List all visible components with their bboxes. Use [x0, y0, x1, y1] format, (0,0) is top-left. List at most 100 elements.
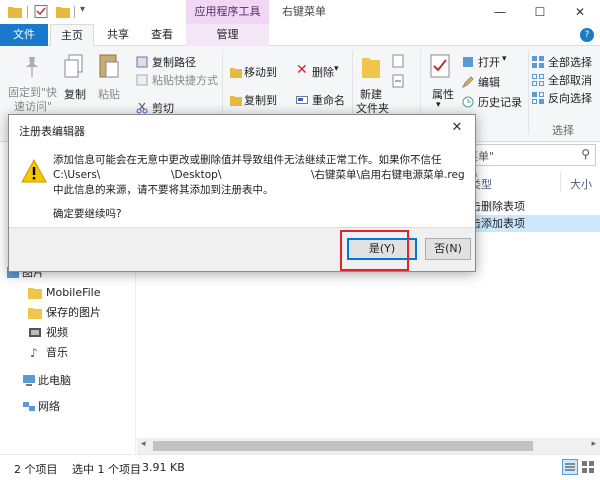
dialog-message-line2b: \Desktop\: [171, 169, 222, 181]
search-input[interactable]: 菜单" ⚲: [462, 144, 596, 166]
select-none-button[interactable]: 全部取消: [548, 72, 592, 88]
nav-item-network[interactable]: 网络: [23, 398, 60, 416]
file-row-selected[interactable]: 击添加表项: [466, 215, 600, 232]
properties-check-icon[interactable]: [34, 5, 48, 18]
folder-icon: [28, 308, 42, 319]
minimize-button[interactable]: —: [480, 0, 520, 24]
dialog-body: 添加信息可能会在无意中更改或删除值并导致组件无法继续正常工作。如果你不信任 C:…: [9, 143, 475, 227]
nav-item-label: 视频: [46, 326, 68, 339]
tab-view[interactable]: 查看: [142, 24, 182, 46]
dialog-message-line3: 中此信息的来源，请不要将其添加到注册表中。: [53, 184, 274, 196]
select-all-button[interactable]: 全部选择: [548, 54, 592, 70]
properties-check-icon: [430, 54, 450, 78]
dialog-message-line2c: \右键菜单\启用右键电源菜单.reg: [311, 169, 465, 181]
scroll-right-icon[interactable]: ▸: [591, 439, 596, 449]
delete-button[interactable]: 删除: [312, 64, 334, 80]
move-to-icon: [230, 68, 242, 78]
tab-file[interactable]: 文件: [0, 24, 48, 46]
scissors-icon: [136, 102, 148, 114]
column-divider: [560, 172, 561, 192]
folder-icon: [28, 288, 42, 299]
dialog-close-button[interactable]: ✕: [447, 119, 467, 137]
status-bar: 2 个项目 选中 1 个项目 3.91 KB: [0, 454, 600, 480]
open-button[interactable]: 打开: [478, 54, 500, 70]
nav-item-music[interactable]: ♪ 音乐: [30, 344, 68, 362]
explorer-window: ▾ 应用程序工具 右键菜单 — ☐ ✕ 文件 主页 共享 查看 管理 ? 固定到…: [0, 0, 600, 480]
paste-icon: [99, 54, 119, 78]
large-icons-view-icon[interactable]: [580, 459, 596, 475]
copy-button[interactable]: 复制: [64, 86, 86, 102]
nav-item-label: 保存的图片: [46, 306, 101, 319]
ribbon-divider: [528, 50, 529, 134]
computer-icon: [23, 375, 35, 386]
rename-icon: [296, 96, 308, 104]
nav-item-this-pc[interactable]: 此电脑: [23, 372, 71, 390]
toolbar-divider: [27, 6, 28, 18]
rename-button[interactable]: 重命名: [312, 92, 345, 108]
invert-selection-button[interactable]: 反向选择: [548, 90, 592, 106]
edit-icon: [462, 76, 474, 88]
new-item-icon: [392, 54, 404, 68]
scroll-left-icon[interactable]: ◂: [141, 439, 146, 449]
highlight-box: [340, 230, 409, 271]
horizontal-scrollbar[interactable]: ◂ ▸: [137, 438, 600, 454]
context-tab-header: 应用程序工具: [186, 0, 269, 24]
new-folder-icon[interactable]: [56, 5, 70, 18]
select-none-icon: [532, 74, 544, 86]
delete-dropdown-icon[interactable]: ▾: [334, 64, 339, 74]
new-folder-icon: [362, 58, 380, 78]
no-button[interactable]: 否(N): [425, 238, 471, 260]
title-bar: ▾ 应用程序工具 右键菜单 — ☐ ✕: [0, 0, 600, 24]
tab-home[interactable]: 主页: [50, 24, 94, 47]
nav-item-label: 此电脑: [38, 374, 71, 387]
easy-access-icon: [392, 74, 404, 88]
music-note-icon: ♪: [30, 346, 38, 360]
warning-icon: [21, 159, 47, 183]
select-all-icon: [532, 56, 544, 68]
window-title: 右键菜单: [282, 5, 326, 18]
paste-shortcut-icon: [136, 74, 148, 86]
nav-item-saved-pictures[interactable]: 保存的图片: [28, 304, 101, 322]
selection-size: 3.91 KB: [142, 461, 185, 474]
customize-quick-access-icon[interactable]: ▾: [80, 4, 85, 15]
dialog-title: 注册表编辑器: [19, 125, 85, 138]
nav-item-mobilefile[interactable]: MobileFile: [28, 284, 101, 302]
details-view-icon[interactable]: [562, 459, 578, 475]
tab-manage[interactable]: 管理: [186, 24, 269, 46]
nav-item-label: MobileFile: [46, 286, 101, 299]
dialog-message-line1: 添加信息可能会在无意中更改或删除值并导致组件无法继续正常工作。如果你不信任: [53, 154, 442, 166]
nav-item-label: 网络: [38, 400, 60, 413]
item-count: 2 个项目: [14, 463, 58, 476]
paste-button[interactable]: 粘贴: [98, 86, 120, 102]
selected-count: 选中 1 个项目: [72, 463, 141, 476]
nav-item-videos[interactable]: 视频: [29, 324, 68, 342]
close-button[interactable]: ✕: [560, 0, 600, 24]
maximize-button[interactable]: ☐: [520, 0, 560, 24]
edit-button[interactable]: 编辑: [478, 74, 500, 90]
copy-path-button[interactable]: 复制路径: [152, 54, 196, 70]
pin-icon: [26, 57, 38, 77]
video-icon: [29, 328, 41, 337]
copy-path-icon: [136, 56, 148, 68]
copy-icon: [64, 54, 83, 78]
paste-shortcut-button[interactable]: 粘贴快捷方式: [152, 72, 218, 88]
open-dropdown-icon[interactable]: ▾: [502, 54, 507, 64]
help-icon[interactable]: ?: [580, 28, 594, 42]
invert-selection-icon: [532, 92, 544, 104]
history-button[interactable]: 历史记录: [478, 94, 522, 110]
ribbon-tabs: 文件 主页 共享 查看 管理 ?: [0, 24, 600, 47]
copy-to-icon: [230, 96, 242, 106]
toolbar-divider: [74, 6, 75, 18]
search-icon: ⚲: [581, 147, 590, 161]
select-group-label: 选择: [552, 124, 574, 137]
delete-x-icon: ✕: [296, 62, 308, 78]
properties-dropdown-icon[interactable]: ▾: [436, 100, 441, 110]
scrollbar-thumb[interactable]: [153, 441, 533, 451]
move-to-button[interactable]: 移动到: [244, 64, 277, 80]
dialog-message-line2a: C:\Users\: [53, 169, 101, 181]
file-row[interactable]: 击删除表项: [466, 198, 600, 215]
tab-share[interactable]: 共享: [96, 24, 140, 46]
copy-to-button[interactable]: 复制到: [244, 92, 277, 108]
column-header-size[interactable]: 大小: [570, 176, 592, 192]
folder-icon[interactable]: [8, 5, 22, 18]
